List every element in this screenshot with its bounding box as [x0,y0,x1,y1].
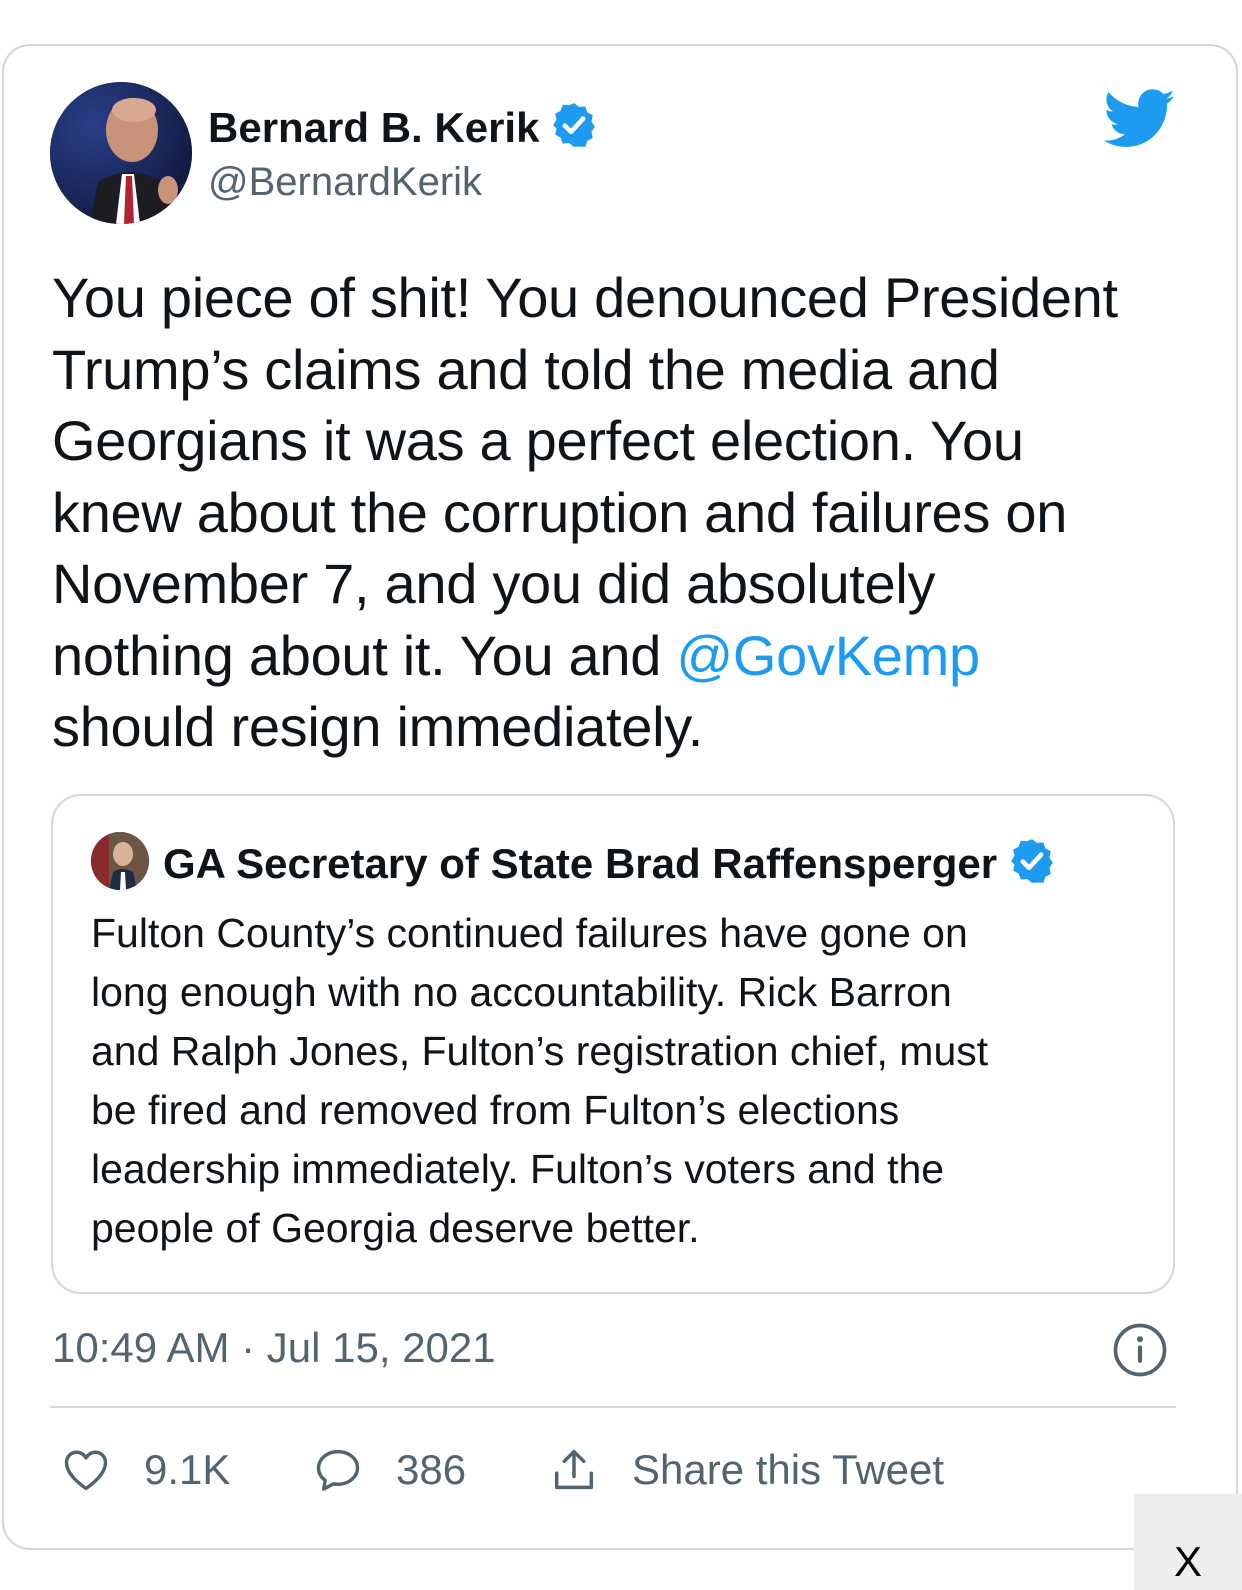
like-button[interactable]: 9.1K [60,1440,230,1500]
tweet-text-line: knew about the corruption and failures o… [52,480,1068,544]
close-icon: X [1173,1538,1202,1585]
reply-icon [316,1449,360,1491]
info-icon[interactable] [1112,1322,1168,1378]
quoted-text-line: Fulton County’s continued failures have … [91,910,968,956]
quoted-tweet[interactable]: GA Secretary of State Brad Raffensperger… [51,794,1175,1294]
reply-count: 386 [396,1446,467,1493]
quoted-text-line: people of Georgia deserve better. [91,1205,700,1251]
quoted-text-line: be fired and removed from Fulton’s elect… [91,1087,900,1133]
verified-badge-icon [1011,839,1053,883]
tweet-text-fragment: nothing about it. You and [52,623,677,687]
quoted-text-line: long enough with no accountability. Rick… [91,969,952,1015]
heart-icon [64,1450,108,1491]
author-name[interactable]: Bernard B. Kerik [208,100,599,152]
author-avatar[interactable] [50,82,192,224]
mention-link[interactable]: @GovKemp [676,624,980,687]
tweet-timestamp[interactable]: 10:49 AM · Jul 15, 2021 [52,1322,496,1374]
reply-button[interactable]: 386 [312,1440,466,1500]
divider [50,1406,1176,1408]
tweet-text-line: nothing about it. You and @GovKemp [52,620,1202,692]
tweet-text-line: should resign immediately. [52,695,704,758]
quoted-author-name[interactable]: GA Secretary of State Brad Raffensperger [163,836,1057,889]
close-button[interactable]: X [1134,1494,1242,1590]
author-handle[interactable]: @BernardKerik [208,158,482,206]
share-icon [554,1449,594,1490]
quoted-author-avatar[interactable] [91,832,149,890]
share-button[interactable]: Share this Tweet [548,1440,944,1500]
author-name-text[interactable]: Bernard B. Kerik [208,104,539,151]
tweet-text-line: Georgians it was a perfect election. You [52,409,1024,472]
twitter-bird-icon[interactable] [1104,88,1176,150]
share-label: Share this Tweet [632,1446,945,1493]
tweet-text-line: You piece of shit! You denounced Preside… [52,266,1118,329]
quoted-text-line: leadership immediately. Fulton’s voters … [91,1146,945,1192]
like-count: 9.1K [144,1446,231,1493]
quoted-author-name-text[interactable]: GA Secretary of State Brad Raffensperger [163,840,997,887]
quoted-tweet-text: Fulton County’s continued failures have … [91,904,1141,1258]
tweet-text-line: Trump’s claims and told the media and [52,337,1000,401]
tweet-text: You piece of shit! You denounced Preside… [52,262,1202,763]
quoted-text-line: and Ralph Jones, Fulton’s registration c… [91,1028,989,1074]
verified-badge-icon [553,103,596,147]
tweet-text-line: November 7, and you did absolutely [52,552,936,615]
